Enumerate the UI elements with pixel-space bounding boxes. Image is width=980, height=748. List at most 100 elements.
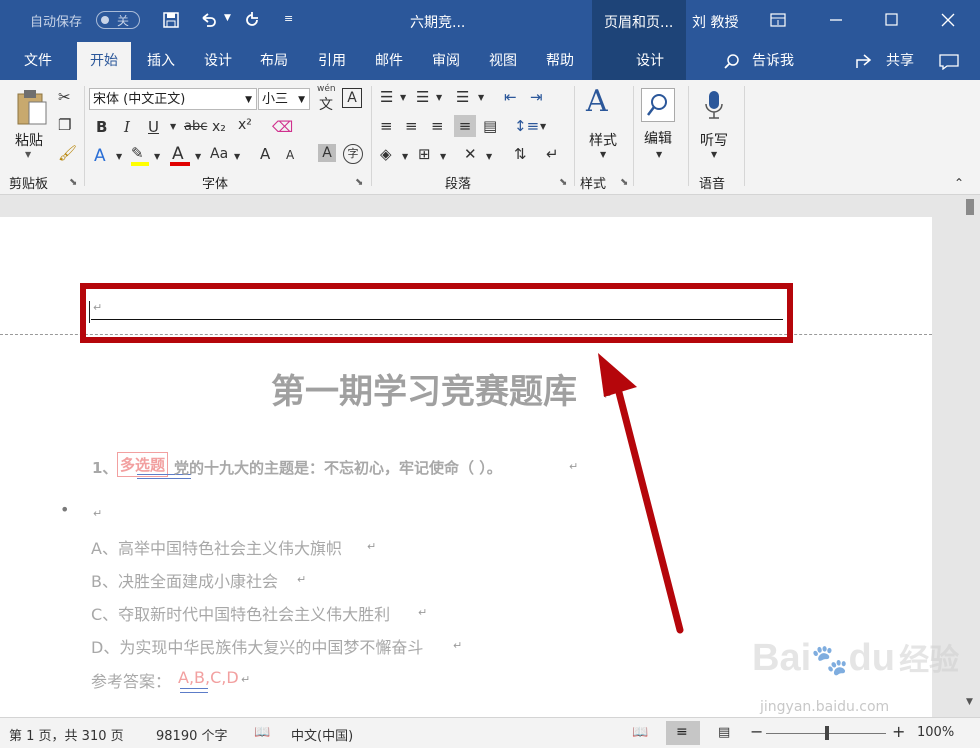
editing-button[interactable]: 编辑 xyxy=(644,128,672,148)
tell-me-label[interactable]: 告诉我 xyxy=(748,42,798,80)
minimize-icon[interactable] xyxy=(830,19,844,23)
chevron-down-icon[interactable]: ▼ xyxy=(600,150,606,159)
editing-icon[interactable] xyxy=(641,88,675,122)
page-count[interactable]: 第 1 页，共 310 页 xyxy=(9,725,124,744)
autosave-toggle[interactable]: 关 xyxy=(96,11,140,29)
numbering-icon[interactable]: ☰ xyxy=(416,88,429,106)
share-icon[interactable] xyxy=(855,53,875,69)
show-marks-icon[interactable]: ↵ xyxy=(546,145,559,163)
styles-button[interactable]: 样式 xyxy=(589,130,617,150)
line-spacing-icon[interactable]: ↕≡ xyxy=(514,117,539,135)
tab-layout[interactable]: 布局 xyxy=(248,42,300,80)
justify-icon[interactable]: ≡ xyxy=(454,115,476,137)
scroll-down-icon[interactable]: ▼ xyxy=(966,697,973,707)
shading-icon[interactable]: ◈ xyxy=(380,145,392,163)
tab-references[interactable]: 引用 xyxy=(306,42,358,80)
italic-button[interactable]: I xyxy=(124,118,130,136)
decrease-indent-icon[interactable]: ⇤ xyxy=(504,88,517,106)
character-shading-icon[interactable]: A xyxy=(318,144,336,162)
underline-dropdown-icon[interactable]: ▼ xyxy=(170,122,176,131)
scrollbar-thumb[interactable] xyxy=(966,199,974,215)
chevron-down-icon[interactable]: ▼ xyxy=(711,150,717,159)
bold-button[interactable]: B xyxy=(96,118,107,136)
chevron-down-icon[interactable]: ▼ xyxy=(245,89,252,109)
grow-font-icon[interactable]: A xyxy=(260,145,270,163)
font-name-combo[interactable]: 宋体 (中文正文) ▼ xyxy=(89,88,257,110)
language-status[interactable]: 中文(中国) xyxy=(291,725,353,744)
zoom-out-icon[interactable]: − xyxy=(750,722,763,741)
phonetic-guide-icon[interactable]: 文 xyxy=(319,94,333,114)
tab-home[interactable]: 开始 xyxy=(77,42,131,82)
save-icon[interactable] xyxy=(163,12,179,28)
superscript-button[interactable]: x² xyxy=(238,117,252,133)
tab-header-footer-design[interactable]: 设计 xyxy=(620,42,680,80)
chevron-down-icon[interactable]: ▼ xyxy=(478,93,484,102)
tab-mailings[interactable]: 邮件 xyxy=(362,42,416,80)
enclose-characters-icon[interactable]: 字 xyxy=(343,144,363,164)
font-launcher-icon[interactable]: ⬊ xyxy=(355,177,363,188)
undo-icon[interactable] xyxy=(199,12,217,28)
paste-button[interactable]: 粘贴 xyxy=(15,130,43,150)
proofing-icon[interactable]: 📖 xyxy=(254,725,270,740)
underline-button[interactable]: U xyxy=(148,118,159,136)
close-icon[interactable] xyxy=(941,13,955,27)
chevron-down-icon[interactable]: ▼ xyxy=(440,152,446,161)
distributed-icon[interactable]: ▤ xyxy=(483,117,497,135)
tab-file[interactable]: 文件 xyxy=(10,42,66,80)
dictate-button[interactable]: 听写 xyxy=(700,130,728,150)
font-size-combo[interactable]: 小三 ▼ xyxy=(258,88,310,110)
change-case-button[interactable]: Aa xyxy=(210,146,228,162)
tab-insert[interactable]: 插入 xyxy=(136,42,186,80)
user-name[interactable]: 刘 教授 xyxy=(692,12,738,32)
tab-review[interactable]: 审阅 xyxy=(420,42,472,80)
paste-dropdown-icon[interactable]: ▼ xyxy=(25,150,31,159)
undo-dropdown-icon[interactable]: ▼ xyxy=(224,13,231,23)
chevron-down-icon[interactable]: ▼ xyxy=(298,89,305,109)
subscript-button[interactable]: x₂ xyxy=(212,119,226,135)
microphone-icon[interactable] xyxy=(704,90,724,124)
chevron-down-icon[interactable]: ▼ xyxy=(116,152,122,161)
redo-icon[interactable] xyxy=(243,11,261,29)
zoom-level[interactable]: 100% xyxy=(917,725,954,740)
chinese-layout-icon[interactable]: ✕ xyxy=(464,145,477,163)
character-border-icon[interactable]: A xyxy=(342,88,362,108)
lightbulb-search-icon[interactable] xyxy=(724,53,740,69)
paste-icon[interactable] xyxy=(14,88,48,128)
format-painter-icon[interactable]: 🖌 xyxy=(58,144,77,162)
bullets-icon[interactable]: ☰ xyxy=(380,88,393,106)
increase-indent-icon[interactable]: ⇥ xyxy=(530,88,543,106)
read-mode-icon[interactable]: 📖 xyxy=(632,725,648,740)
print-layout-icon[interactable]: ≡ xyxy=(666,721,700,745)
ribbon-display-options-icon[interactable] xyxy=(770,13,786,27)
chevron-down-icon[interactable]: ▼ xyxy=(486,152,492,161)
font-color-icon[interactable]: A xyxy=(172,144,184,164)
text-effects-icon[interactable]: A xyxy=(94,146,106,166)
paragraph-launcher-icon[interactable]: ⬊ xyxy=(559,177,567,188)
zoom-slider-thumb[interactable] xyxy=(825,726,829,740)
styles-launcher-icon[interactable]: ⬊ xyxy=(620,177,628,188)
sort-icon[interactable]: ⇅ xyxy=(514,145,527,163)
borders-icon[interactable]: ⊞ xyxy=(418,145,431,163)
styles-icon[interactable]: A xyxy=(586,84,608,119)
cut-icon[interactable]: ✂ xyxy=(58,88,71,106)
comments-icon[interactable] xyxy=(939,54,959,70)
chevron-down-icon[interactable]: ▼ xyxy=(540,122,546,131)
collapse-ribbon-icon[interactable]: ⌃ xyxy=(954,176,964,190)
zoom-in-icon[interactable]: + xyxy=(892,722,905,741)
align-left-icon[interactable]: ≡ xyxy=(380,117,393,135)
word-count[interactable]: 98190 个字 xyxy=(156,725,228,744)
highlight-icon[interactable]: ✎ xyxy=(131,144,144,162)
tab-help[interactable]: 帮助 xyxy=(533,42,587,80)
chevron-down-icon[interactable]: ▼ xyxy=(234,152,240,161)
clear-formatting-icon[interactable]: ⌫ xyxy=(272,118,293,136)
copy-icon[interactable]: ❐ xyxy=(58,116,71,134)
tab-view[interactable]: 视图 xyxy=(476,42,530,80)
chevron-down-icon[interactable]: ▼ xyxy=(154,152,160,161)
vertical-scrollbar[interactable]: ▼ xyxy=(960,195,980,717)
multilevel-list-icon[interactable]: ☰ xyxy=(456,88,469,106)
maximize-icon[interactable] xyxy=(885,13,899,27)
web-layout-icon[interactable]: ▤ xyxy=(718,725,730,740)
clipboard-launcher-icon[interactable]: ⬊ xyxy=(69,177,77,188)
chevron-down-icon[interactable]: ▼ xyxy=(400,93,406,102)
strikethrough-button[interactable]: abc xyxy=(184,119,207,134)
